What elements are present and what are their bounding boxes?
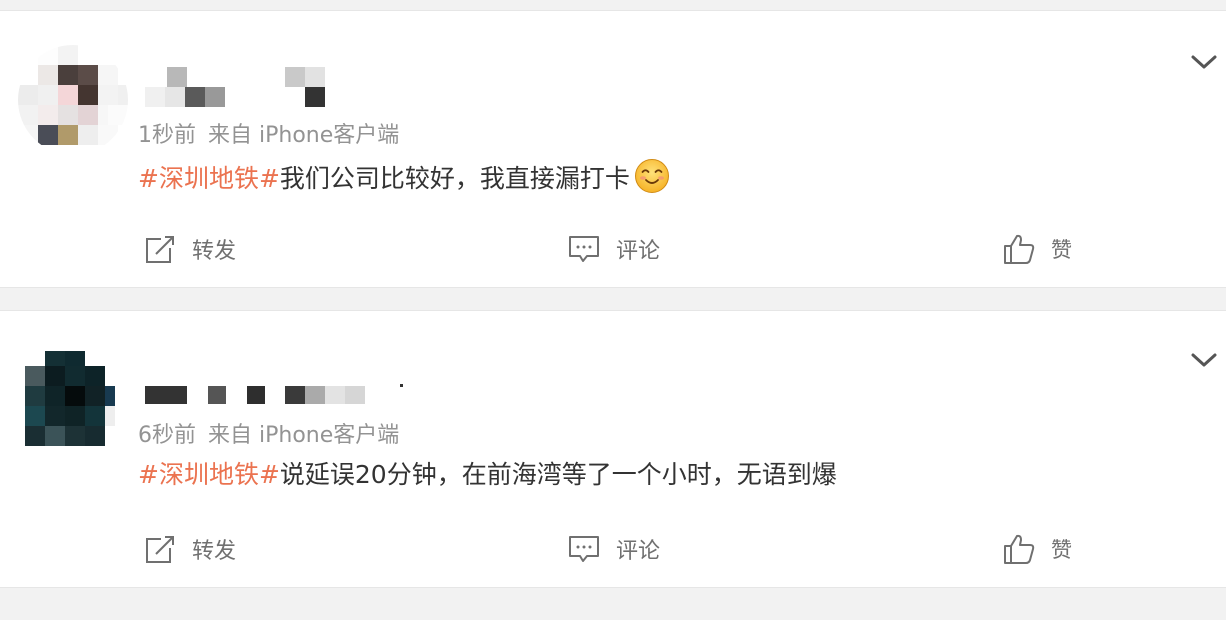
repost-icon	[146, 536, 174, 563]
post-text: 说延误20分钟，在前海湾等了一个小时，无语到爆	[279, 460, 837, 489]
post-source[interactable]: 来自 iPhone客户端	[208, 123, 399, 148]
repost-label: 转发	[192, 539, 237, 564]
comment-label: 评论	[616, 239, 661, 264]
avatar[interactable]	[18, 45, 128, 155]
repost-button[interactable]: 转发	[144, 533, 236, 565]
comment-icon	[569, 236, 599, 262]
repost-button[interactable]: 转发	[144, 233, 236, 265]
post-time: 6秒前	[138, 423, 196, 448]
post-content: #深圳地铁#我们公司比较好，我直接漏打卡	[138, 158, 670, 196]
avatar[interactable]	[25, 351, 115, 451]
comment-button[interactable]: 评论	[568, 533, 660, 565]
chevron-down-icon[interactable]	[1190, 53, 1218, 71]
like-button[interactable]: 赞	[1003, 233, 1072, 265]
post-source[interactable]: 来自 iPhone客户端	[208, 423, 399, 448]
comment-icon	[569, 536, 599, 562]
like-label: 赞	[1051, 538, 1072, 562]
topic-link[interactable]: #深圳地铁#	[138, 164, 280, 193]
like-button[interactable]: 赞	[1003, 533, 1072, 565]
repost-icon	[146, 236, 174, 263]
post-card: 1秒前 来自 iPhone客户端 #深圳地铁#我们公司比较好，我直接漏打卡 转发…	[0, 10, 1226, 288]
post-text: 我们公司比较好，我直接漏打卡	[279, 164, 630, 193]
chevron-down-icon[interactable]	[1190, 351, 1218, 369]
weibo-feed: 1秒前 来自 iPhone客户端 #深圳地铁#我们公司比较好，我直接漏打卡 转发…	[0, 0, 1226, 620]
username-redacted[interactable]	[145, 67, 445, 107]
smile-emoji-icon	[634, 159, 669, 193]
post-time: 1秒前	[138, 123, 196, 148]
post-meta: 1秒前 来自 iPhone客户端	[138, 117, 399, 149]
thumbs-up-icon	[1004, 234, 1035, 264]
post-card: 6秒前 来自 iPhone客户端 #深圳地铁#说延误20分钟，在前海湾等了一个小时…	[0, 310, 1226, 588]
thumbs-up-icon	[1004, 534, 1035, 564]
topic-link[interactable]: #深圳地铁#	[138, 460, 280, 489]
comment-button[interactable]: 评论	[568, 233, 660, 265]
post-content: #深圳地铁#说延误20分钟，在前海湾等了一个小时，无语到爆	[138, 458, 837, 492]
post-meta: 6秒前 来自 iPhone客户端	[138, 417, 399, 449]
comment-label: 评论	[616, 539, 661, 564]
like-label: 赞	[1051, 238, 1072, 262]
repost-label: 转发	[192, 239, 237, 264]
